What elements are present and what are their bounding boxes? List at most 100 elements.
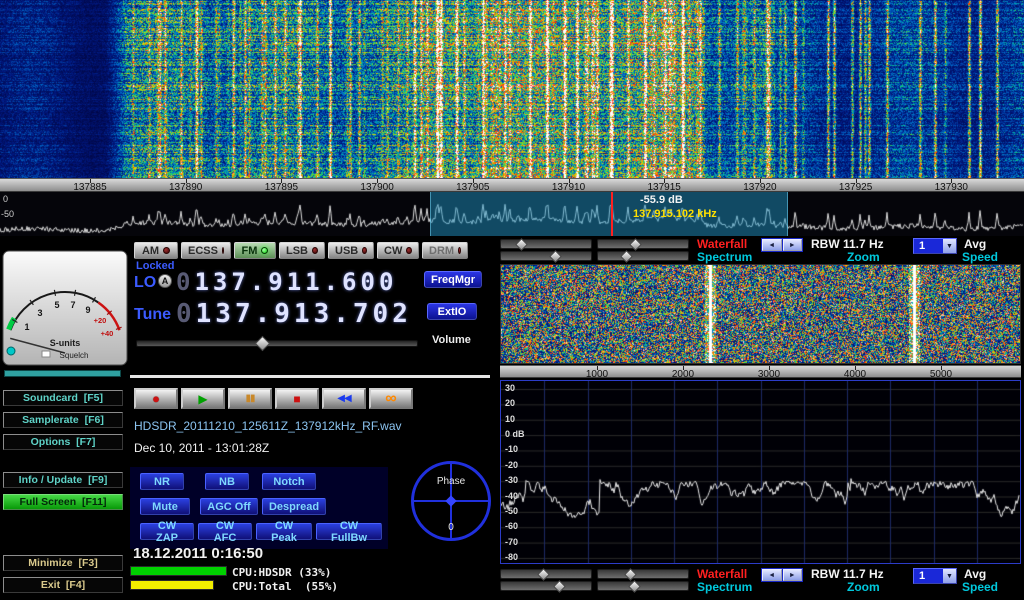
agc-button[interactable]: AGC Off bbox=[200, 498, 258, 515]
main-frequency-ruler[interactable]: 1378851378901378951379001379051379101379… bbox=[0, 178, 1024, 192]
cpu-total-bar bbox=[130, 580, 214, 590]
chevron-down-icon[interactable]: ▼ bbox=[943, 569, 956, 583]
samplerate-button[interactable]: Samplerate [F6] bbox=[3, 412, 123, 428]
avg-select[interactable]: 1 ▼ bbox=[913, 568, 957, 584]
slider-thumb[interactable] bbox=[628, 580, 641, 593]
slider-thumb[interactable] bbox=[515, 238, 528, 251]
db-scale-label: -50 bbox=[505, 506, 518, 516]
zoom-passband-region[interactable] bbox=[430, 192, 788, 236]
ruler-tick-label: 137915 bbox=[648, 182, 681, 192]
play-button[interactable]: ▶ bbox=[181, 388, 225, 409]
ruler-tick-label: 137890 bbox=[169, 182, 202, 192]
mode-lsb-label: LSB bbox=[286, 245, 308, 257]
slider-thumb[interactable] bbox=[624, 568, 637, 581]
mode-am-led bbox=[163, 247, 170, 254]
mode-usb-led bbox=[362, 247, 367, 254]
meter-tick-plus40: +40 bbox=[101, 329, 114, 338]
mode-ecss-label: ECSS bbox=[188, 245, 218, 257]
lo-frequency-display[interactable]: 0137.911.600 bbox=[176, 268, 397, 296]
ruler-tick-label: 137905 bbox=[456, 182, 489, 192]
slider-thumb[interactable] bbox=[620, 250, 633, 263]
recording-file-date: Dec 10, 2011 - 13:01:28Z bbox=[134, 441, 269, 455]
audio-waterfall-display[interactable] bbox=[501, 265, 1020, 363]
volume-label: Volume bbox=[432, 334, 471, 346]
speed-label: Speed bbox=[962, 250, 998, 264]
ruler-tick-label: 137930 bbox=[935, 182, 968, 192]
spectrum-label: Spectrum bbox=[697, 580, 752, 594]
stop-button[interactable]: ■ bbox=[275, 388, 319, 409]
cw-afc-button[interactable]: CW AFC bbox=[198, 523, 252, 540]
slider-thumb[interactable] bbox=[553, 580, 566, 593]
exit-button[interactable]: Exit [F4] bbox=[3, 577, 123, 593]
extio-button[interactable]: ExtIO bbox=[427, 303, 477, 320]
rbw-readout: RBW 11.7 Hz bbox=[811, 567, 884, 581]
full-screen-button[interactable]: Full Screen [F11] bbox=[3, 494, 123, 510]
lo-a-badge[interactable]: A bbox=[158, 274, 172, 288]
loop-button[interactable]: ∞ bbox=[369, 388, 413, 409]
waterfall-contrast-slider[interactable] bbox=[597, 239, 689, 249]
hdsdr-window: 1378851378901378951379001379051379101379… bbox=[0, 0, 1024, 600]
main-spectrum-strip[interactable]: 0 -50 -55.9 dB 137.915.102 kHz bbox=[0, 192, 1024, 236]
spectrum-range-slider[interactable] bbox=[500, 251, 592, 261]
main-waterfall-display[interactable] bbox=[0, 0, 1024, 178]
slider-thumb[interactable] bbox=[629, 238, 642, 251]
ruler-tick-label: 4000 bbox=[844, 369, 866, 378]
scroll-left-button[interactable]: ◄ bbox=[762, 569, 782, 581]
mode-fm-button[interactable]: FM bbox=[234, 242, 276, 259]
spectrum-offset-slider[interactable] bbox=[597, 581, 689, 591]
notch-button[interactable]: Notch bbox=[262, 473, 316, 490]
mode-lsb-button[interactable]: LSB bbox=[279, 242, 325, 259]
audio-spectrum-display[interactable] bbox=[501, 381, 1020, 563]
db-scale-label: -40 bbox=[505, 491, 518, 501]
mode-am-button[interactable]: AM bbox=[134, 242, 178, 259]
mode-lsb-led bbox=[312, 247, 318, 254]
minimize-button[interactable]: Minimize [F3] bbox=[3, 555, 123, 571]
spectrum-offset-slider[interactable] bbox=[597, 251, 689, 261]
avg-select[interactable]: 1 ▼ bbox=[913, 238, 957, 254]
squelch-level-bar[interactable] bbox=[4, 370, 121, 377]
options-button[interactable]: Options [F7] bbox=[3, 434, 123, 450]
pause-button[interactable]: ▮▮ bbox=[228, 388, 272, 409]
volume-slider-thumb[interactable] bbox=[255, 336, 271, 352]
slider-thumb[interactable] bbox=[549, 250, 562, 263]
tune-frequency-display[interactable]: 0137.913.702 bbox=[176, 299, 412, 329]
spectrum-range-slider[interactable] bbox=[500, 581, 592, 591]
record-button[interactable]: ● bbox=[134, 388, 178, 409]
avg-select-value: 1 bbox=[914, 569, 943, 583]
ruler-tick-label: 2000 bbox=[672, 369, 694, 378]
waterfall-brightness-slider[interactable] bbox=[500, 569, 592, 579]
cw-zap-button[interactable]: CW ZAP bbox=[140, 523, 194, 540]
audio-waterfall-frame bbox=[500, 264, 1021, 364]
cw-fullbw-button[interactable]: CW FullBw bbox=[316, 523, 382, 540]
cw-peak-button[interactable]: CW Peak bbox=[256, 523, 312, 540]
volume-slider[interactable] bbox=[136, 340, 418, 347]
info-update-button[interactable]: Info / Update [F9] bbox=[3, 472, 123, 488]
nb-button[interactable]: NB bbox=[205, 473, 249, 490]
mode-fm-led bbox=[261, 247, 268, 254]
signal-level-readout: -55.9 dB bbox=[640, 194, 683, 206]
squelch-indicator-dot[interactable] bbox=[7, 347, 15, 355]
mode-ecss-button[interactable]: ECSS bbox=[181, 242, 231, 259]
despread-button[interactable]: Despread bbox=[262, 498, 326, 515]
soundcard-button[interactable]: Soundcard [F5] bbox=[3, 390, 123, 406]
mode-cw-label: CW bbox=[384, 245, 402, 257]
waterfall-brightness-slider[interactable] bbox=[500, 239, 592, 249]
zoom-label: Zoom bbox=[847, 580, 880, 594]
meter-tick-7: 7 bbox=[70, 300, 75, 310]
cpu-total-text: CPU:Total (55%) bbox=[232, 580, 338, 593]
slider-thumb[interactable] bbox=[537, 568, 550, 581]
waterfall-contrast-slider[interactable] bbox=[597, 569, 689, 579]
mode-cw-button[interactable]: CW bbox=[377, 242, 419, 259]
squelch-marker[interactable] bbox=[42, 351, 50, 357]
mute-button[interactable]: Mute bbox=[140, 498, 190, 515]
nr-button[interactable]: NR bbox=[140, 473, 184, 490]
scroll-left-button[interactable]: ◄ bbox=[762, 239, 782, 251]
mode-drm-button[interactable]: DRM bbox=[422, 242, 468, 259]
chevron-down-icon[interactable]: ▼ bbox=[943, 239, 956, 253]
freqmgr-button[interactable]: FreqMgr bbox=[424, 271, 482, 288]
rewind-button[interactable]: ◀◀ bbox=[322, 388, 366, 409]
scroll-right-button[interactable]: ► bbox=[783, 569, 803, 581]
scroll-right-button[interactable]: ► bbox=[783, 239, 803, 251]
mode-usb-button[interactable]: USB bbox=[328, 242, 374, 259]
playback-position-bar[interactable] bbox=[130, 375, 490, 378]
